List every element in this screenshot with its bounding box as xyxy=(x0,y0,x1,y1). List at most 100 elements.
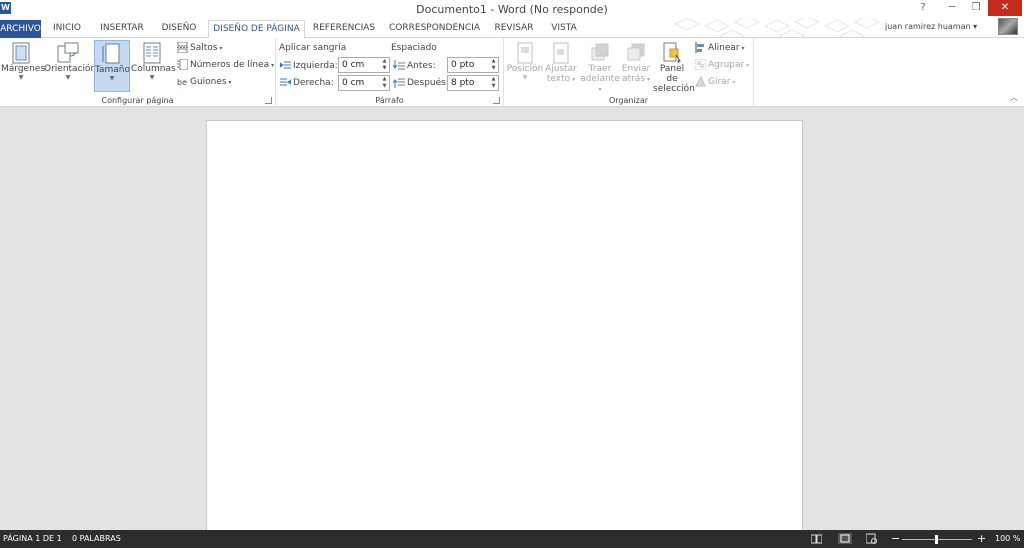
spacing-header: Espaciado xyxy=(391,43,437,53)
hyphenation-label: Guiones xyxy=(190,77,227,87)
tab-references[interactable]: REFERENCIAS xyxy=(311,20,377,39)
window-title: Documento1 - Word (No responde) xyxy=(416,3,608,16)
group-label: Agrupar xyxy=(708,60,745,70)
tab-file[interactable]: ARCHIVO xyxy=(0,20,41,38)
margins-icon xyxy=(12,42,30,64)
bring-forward-label-1: Traer xyxy=(588,64,612,74)
group-label-arrange: Organizar xyxy=(608,96,649,105)
ribbon: Márgenes ▼ Orientación ▼ Tamaño ▼ Column… xyxy=(0,38,1024,107)
zoom-in-button[interactable]: + xyxy=(977,532,986,545)
margins-label: Márgenes xyxy=(1,64,46,74)
close-button[interactable]: ✕ xyxy=(988,0,1022,16)
tab-design[interactable]: DISEÑO xyxy=(156,20,202,39)
indent-left-input[interactable]: 0 cm ▲ ▼ xyxy=(338,57,390,73)
collapse-ribbon-icon[interactable]: ︿ xyxy=(1010,92,1018,103)
breaks-button[interactable]: Saltos ▾ xyxy=(177,41,222,56)
spacing-after-input[interactable]: 8 pto ▲ ▼ xyxy=(447,75,499,91)
align-icon xyxy=(695,42,704,53)
size-icon xyxy=(102,43,120,64)
tab-review[interactable]: REVISAR xyxy=(490,20,538,39)
orientation-icon xyxy=(57,42,79,63)
align-label: Alinear xyxy=(708,43,740,53)
user-account[interactable]: juan ramirez huaman ▾ xyxy=(885,22,977,31)
position-button[interactable]: Posición ▼ xyxy=(506,40,544,92)
breaks-label: Saltos xyxy=(190,43,218,53)
indent-right-value: 0 cm xyxy=(342,78,365,88)
group-paragraph: Aplicar sangría Espaciado Izquierda: 0 c… xyxy=(276,38,504,107)
chevron-down-icon: ▾ xyxy=(744,62,750,69)
chevron-down-icon: ▼ xyxy=(18,74,24,81)
margins-button[interactable]: Márgenes ▼ xyxy=(1,40,45,92)
wrap-text-icon xyxy=(553,42,569,64)
chevron-down-icon: ▾ xyxy=(598,86,602,93)
group-arrange: Posición ▼ Ajustar texto ▾ Traer adelant… xyxy=(504,38,754,107)
tab-home[interactable]: INICIO xyxy=(47,20,87,39)
avatar[interactable] xyxy=(998,18,1018,35)
tab-mailings[interactable]: CORRESPONDENCIA xyxy=(386,20,483,39)
document-page[interactable] xyxy=(206,120,803,532)
restore-button[interactable]: ❐ xyxy=(966,0,986,16)
bring-forward-icon xyxy=(591,43,609,61)
align-button[interactable]: Alinear ▾ xyxy=(695,41,745,56)
help-button[interactable]: ? xyxy=(913,0,933,16)
breaks-icon xyxy=(177,42,188,53)
columns-button[interactable]: Columnas ▼ xyxy=(131,40,176,92)
chevron-down-icon: ▼ xyxy=(149,74,155,81)
spinner-arrows-icon[interactable]: ▲ ▼ xyxy=(489,58,498,72)
wrap-text-button[interactable]: Ajustar texto ▾ xyxy=(544,40,578,92)
indent-header: Aplicar sangría xyxy=(279,43,347,53)
minimize-button[interactable]: ─ xyxy=(942,0,962,16)
line-numbers-button[interactable]: Números de línea ▾ xyxy=(177,58,274,73)
spinner-arrows-icon[interactable]: ▲ ▼ xyxy=(380,76,389,90)
zoom-slider-thumb[interactable] xyxy=(935,535,938,544)
zoom-out-button[interactable]: − xyxy=(891,532,900,545)
document-area xyxy=(0,108,1024,532)
spacing-after-icon xyxy=(393,78,405,88)
dialog-launcher-icon[interactable] xyxy=(493,97,500,104)
indent-right-icon xyxy=(280,78,291,86)
group-label-page-setup: Configurar página xyxy=(101,96,174,105)
spinner-arrows-icon[interactable]: ▲ ▼ xyxy=(489,76,498,90)
size-label: Tamaño xyxy=(95,65,131,75)
position-label: Posición xyxy=(506,64,544,74)
print-layout-icon[interactable] xyxy=(838,533,852,544)
selection-pane-button[interactable]: Panel de selección xyxy=(653,40,695,94)
tab-insert[interactable]: INSERTAR xyxy=(95,20,149,39)
spacing-before-input[interactable]: 0 pto ▲ ▼ xyxy=(447,57,499,73)
send-backward-icon xyxy=(627,43,645,61)
indent-right-input[interactable]: 0 cm ▲ ▼ xyxy=(338,75,390,91)
tab-view[interactable]: VISTA xyxy=(545,20,583,39)
read-mode-icon[interactable] xyxy=(811,533,822,544)
bring-forward-button[interactable]: Traer adelante ▾ xyxy=(580,40,620,93)
chevron-down-icon: ▾ xyxy=(570,76,576,83)
chevron-down-icon: ▾ xyxy=(973,22,978,31)
zoom-level[interactable]: 100 % xyxy=(995,534,1020,543)
selection-pane-label-2: selección xyxy=(653,84,695,94)
group-button[interactable]: Agrupar ▾ xyxy=(695,58,749,73)
spacing-after-label: Después: xyxy=(407,78,449,88)
send-backward-label-2: atrás xyxy=(622,74,646,84)
spinner-arrows-icon[interactable]: ▲ ▼ xyxy=(380,58,389,72)
ribbon-tab-bar: ARCHIVO INICIO INSERTAR DISEÑO DISEÑO DE… xyxy=(0,18,1024,43)
group-label-paragraph: Párrafo xyxy=(375,96,404,105)
orientation-label: Orientación xyxy=(44,64,97,74)
web-layout-icon[interactable] xyxy=(866,533,877,544)
line-numbers-icon xyxy=(177,59,188,70)
page-count[interactable]: PÁGINA 1 DE 1 xyxy=(3,534,62,543)
wrap-text-label-2: texto xyxy=(546,74,571,84)
rotate-button[interactable]: Girar ▾ xyxy=(695,75,735,90)
dialog-launcher-icon[interactable] xyxy=(265,97,272,104)
chevron-down-icon: ▾ xyxy=(645,76,650,83)
tab-page-layout[interactable]: DISEÑO DE PÁGINA xyxy=(208,20,305,39)
hyphenation-button[interactable]: bc Guiones ▾ xyxy=(177,75,232,90)
word-count[interactable]: 0 PALABRAS xyxy=(72,534,121,543)
indent-left-label: Izquierda: xyxy=(293,61,338,71)
status-bar: PÁGINA 1 DE 1 0 PALABRAS − + 100 % xyxy=(0,530,1024,548)
word-window: W Documento1 - Word (No responde) ? ─ ❐ … xyxy=(0,0,1024,548)
send-backward-button[interactable]: Enviar atrás ▾ xyxy=(619,40,653,92)
position-icon xyxy=(517,42,533,64)
orientation-button[interactable]: Orientación ▼ xyxy=(44,40,96,92)
chevron-down-icon: ▼ xyxy=(109,75,115,82)
size-button[interactable]: Tamaño ▼ xyxy=(94,40,130,92)
spacing-before-value: 0 pto xyxy=(451,60,475,70)
